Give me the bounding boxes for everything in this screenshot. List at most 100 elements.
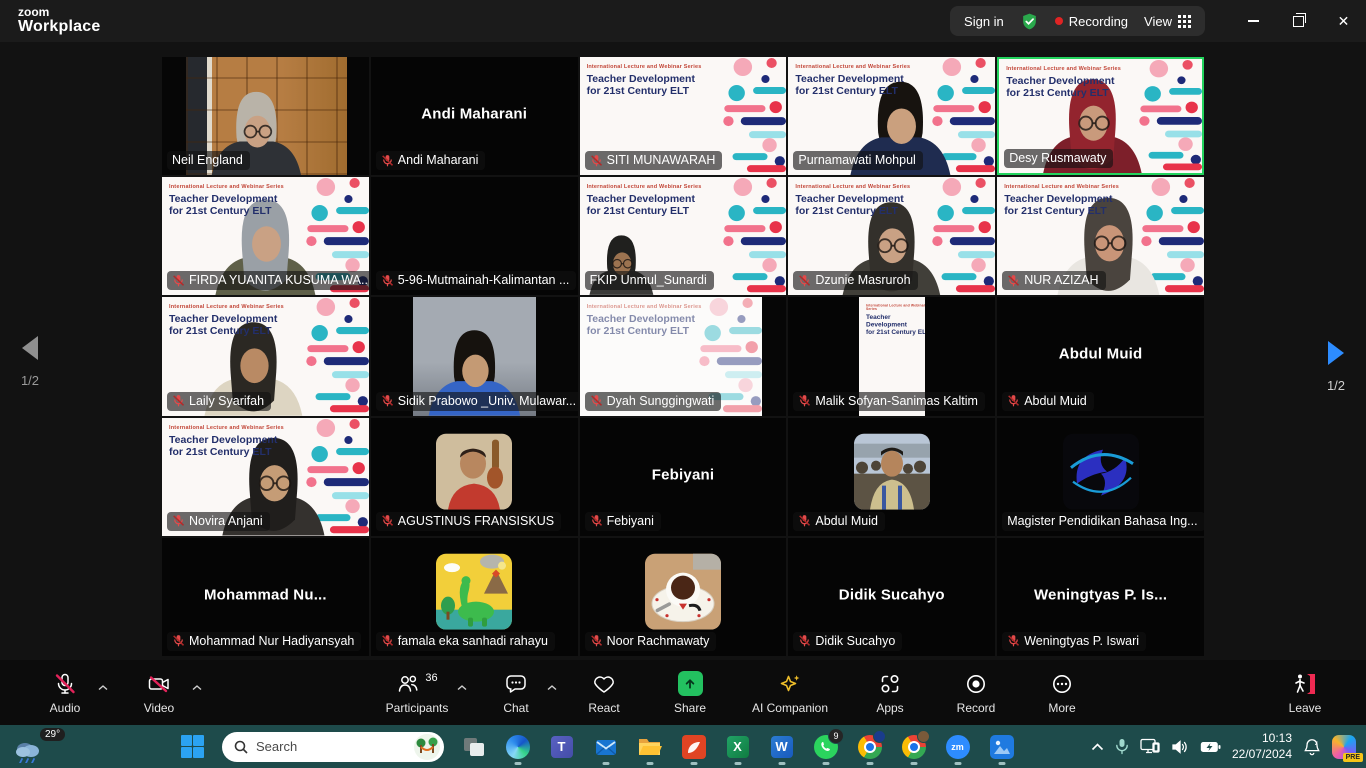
excel-icon[interactable]: X xyxy=(717,726,758,767)
taskbar-clock[interactable]: 10:13 22/07/2024 xyxy=(1232,731,1292,762)
tray-chevron-up-icon[interactable] xyxy=(1091,743,1104,751)
webinar-slide-text: International Lecture and Webinar Series… xyxy=(169,184,284,217)
minimize-button[interactable] xyxy=(1231,0,1276,42)
participant-tile[interactable]: Mohammad Nu... Mohammad Nur Hadiyansyah xyxy=(162,538,369,656)
participant-tile[interactable]: Neil England xyxy=(162,57,369,175)
participants-options-chevron[interactable] xyxy=(457,680,467,694)
leave-door-icon xyxy=(1292,671,1318,697)
participant-tile[interactable]: International Lecture and Webinar Series… xyxy=(997,177,1204,295)
share-button[interactable]: Share xyxy=(655,669,725,717)
whatsapp-badge: 9 xyxy=(828,728,844,744)
webinar-slide-text: International Lecture and Webinar Series… xyxy=(587,184,702,217)
leave-button[interactable]: Leave xyxy=(1270,669,1340,717)
teams-icon[interactable]: T xyxy=(541,726,582,767)
video-grid: Neil England Andi Maharani Andi Maharani… xyxy=(162,57,1204,656)
participant-name-text: Abdul Muid xyxy=(815,514,878,528)
search-box[interactable]: Search xyxy=(222,732,444,762)
chat-button[interactable]: Chat xyxy=(479,669,553,717)
webinar-slide-text: International Lecture and Webinar Series… xyxy=(1004,184,1119,217)
chrome-icon[interactable] xyxy=(849,726,890,767)
recording-indicator[interactable]: Recording xyxy=(1055,14,1128,29)
participant-tile[interactable]: International Lecture and Webinar Series… xyxy=(788,297,995,415)
whatsapp-icon[interactable]: 9 xyxy=(805,726,846,767)
participant-name-text: Didik Sucahyo xyxy=(815,634,895,648)
video-button[interactable]: Video xyxy=(120,669,198,717)
search-highlight-image[interactable] xyxy=(414,734,440,760)
audio-button[interactable]: Audio xyxy=(26,669,104,717)
participant-name-label: FKIP Unmul_Sunardi xyxy=(585,271,714,290)
participant-tile[interactable]: Abdul Muid xyxy=(788,418,995,536)
participant-tile[interactable]: International Lecture and Webinar Series… xyxy=(788,177,995,295)
previous-page-arrow[interactable]: 1/2 xyxy=(8,335,52,388)
react-button[interactable]: React xyxy=(569,669,639,717)
tray-mic-icon[interactable] xyxy=(1115,738,1129,755)
mic-muted-icon xyxy=(590,394,603,407)
file-explorer-icon[interactable] xyxy=(629,726,670,767)
participant-tile[interactable]: Abdul Muid Abdul Muid xyxy=(997,297,1204,415)
windows-taskbar: 29° Search T X W 9 xyxy=(0,725,1366,768)
webinar-pattern-decoration xyxy=(712,57,786,175)
ai-companion-button[interactable]: AI Companion xyxy=(741,669,839,717)
zoom-app-icon[interactable]: zm xyxy=(937,726,978,767)
mic-muted-icon xyxy=(1007,634,1020,647)
participant-tile[interactable]: famala eka sanhadi rahayu xyxy=(371,538,578,656)
participant-tile[interactable]: Noor Rachmawaty xyxy=(580,538,787,656)
restore-button[interactable] xyxy=(1276,0,1321,42)
weather-widget[interactable]: 29° xyxy=(12,727,72,766)
tray-display-icon[interactable] xyxy=(1140,738,1160,755)
audio-options-chevron[interactable] xyxy=(98,680,108,694)
notification-bell-icon[interactable]: z xyxy=(1303,738,1321,756)
mail-icon[interactable] xyxy=(585,726,626,767)
participant-name-text: famala eka sanhadi rahayu xyxy=(398,634,548,648)
participant-tile[interactable]: International Lecture and Webinar Series… xyxy=(580,57,787,175)
close-button[interactable]: ✕ xyxy=(1321,0,1366,42)
edge-icon[interactable] xyxy=(497,726,538,767)
record-button[interactable]: Record xyxy=(941,669,1011,717)
participants-icon xyxy=(396,672,420,696)
mic-muted-icon xyxy=(172,634,185,647)
coffee-avatar xyxy=(645,554,721,630)
participant-tile[interactable]: International Lecture and Webinar Series… xyxy=(580,177,787,295)
video-options-chevron[interactable] xyxy=(192,680,202,694)
more-button[interactable]: More xyxy=(1027,669,1097,717)
mic-muted-icon xyxy=(798,274,811,287)
participant-tile[interactable]: Didik Sucahyo Didik Sucahyo xyxy=(788,538,995,656)
participant-tile[interactable]: 5-96-Mutmainah-Kalimantan ... xyxy=(371,177,578,295)
participant-name-text: AGUSTINUS FRANSISKUS xyxy=(398,514,554,528)
copilot-icon[interactable]: PRE xyxy=(1332,735,1356,759)
participant-name-text: Weningtyas P. Iswari xyxy=(1024,634,1139,648)
participant-name-label: famala eka sanhadi rahayu xyxy=(376,632,555,651)
zoom-workplace-logo: zoom Workplace xyxy=(18,6,100,35)
participant-tile[interactable]: International Lecture and Webinar Series… xyxy=(788,57,995,175)
participant-tile[interactable]: Weningtyas P. Is... Weningtyas P. Iswari xyxy=(997,538,1204,656)
chat-options-chevron[interactable] xyxy=(547,680,557,694)
apps-button[interactable]: Apps xyxy=(855,669,925,717)
tray-battery-icon[interactable] xyxy=(1200,741,1221,753)
security-shield-icon[interactable] xyxy=(1020,12,1039,31)
participant-tile[interactable]: Febiyani Febiyani xyxy=(580,418,787,536)
start-button[interactable] xyxy=(172,726,213,767)
view-button[interactable]: View xyxy=(1144,14,1191,29)
task-view-icon[interactable] xyxy=(453,726,494,767)
sign-in-button[interactable]: Sign in xyxy=(964,14,1004,29)
participant-name-text: Laily Syarifah xyxy=(189,394,264,408)
participant-tile[interactable]: International Lecture and Webinar Series… xyxy=(162,177,369,295)
participant-tile[interactable]: International Lecture and Webinar Series… xyxy=(162,418,369,536)
participant-tile[interactable]: AGUSTINUS FRANSISKUS xyxy=(371,418,578,536)
participant-tile[interactable]: Magister Pendidikan Bahasa Ing... xyxy=(997,418,1204,536)
pdf-app-icon[interactable] xyxy=(673,726,714,767)
chrome-profile2-icon[interactable] xyxy=(893,726,934,767)
next-page-arrow[interactable]: 1/2 xyxy=(1314,340,1358,393)
photos-icon[interactable] xyxy=(981,726,1022,767)
participant-tile[interactable]: International Lecture and Webinar Series… xyxy=(580,297,787,415)
participant-tile[interactable]: Andi Maharani Andi Maharani xyxy=(371,57,578,175)
participants-button[interactable]: 36 Participants xyxy=(371,669,463,717)
participant-name-label: Laily Syarifah xyxy=(167,392,271,411)
dino-avatar xyxy=(436,554,512,630)
participant-tile[interactable]: Sidik Prabowo _Univ. Mulawar... xyxy=(371,297,578,415)
participant-tile[interactable]: International Lecture and Webinar Series… xyxy=(162,297,369,415)
word-icon[interactable]: W xyxy=(761,726,802,767)
tray-speaker-icon[interactable] xyxy=(1171,739,1189,755)
participant-tile[interactable]: International Lecture and Webinar Series… xyxy=(997,57,1204,175)
participant-name-label: Malik Sofyan-Sanimas Kaltim xyxy=(793,392,985,411)
